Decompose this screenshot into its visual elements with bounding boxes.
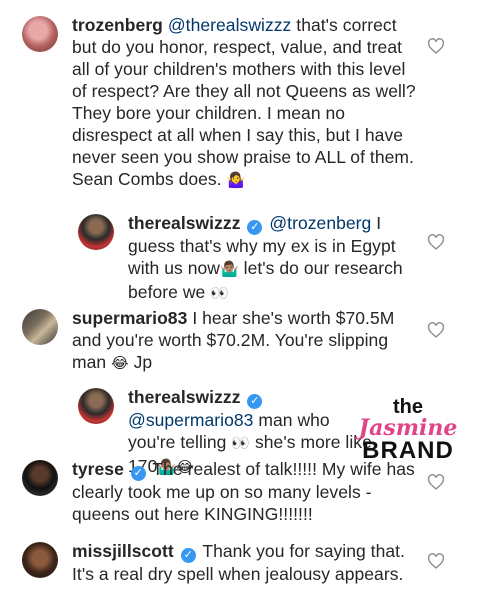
heart-outline-icon[interactable]	[427, 474, 445, 490]
heart-outline-icon[interactable]	[427, 553, 445, 569]
user-avatar-icon[interactable]	[78, 214, 114, 250]
comment-username[interactable]: therealswizzz	[128, 387, 241, 407]
comment-reply: therealswizzz ✓ @trozenberg I guess that…	[78, 212, 418, 305]
heart-outline-icon[interactable]	[427, 322, 445, 338]
verified-badge-icon: ✓	[247, 394, 263, 409]
comment-body: supermario83 I hear she's worth $70.5M a…	[72, 307, 422, 375]
comment-username[interactable]: tyrese	[72, 459, 124, 479]
shrug-emoji: 🤷‍♀️	[226, 172, 246, 189]
comment-text: that's correct but do you honor, respect…	[72, 15, 416, 189]
verified-badge-icon: ✓	[130, 466, 146, 481]
watermark-jasmine: Jasmine	[358, 415, 458, 441]
shrug-emoji: 🤷🏽‍♂️	[219, 261, 239, 278]
comment-mention[interactable]: @trozenberg	[269, 213, 371, 233]
user-avatar-icon[interactable]	[22, 542, 58, 578]
comment-item: supermario83 I hear she's worth $70.5M a…	[22, 307, 422, 375]
eyes-emoji: 👀	[231, 435, 251, 452]
comment-body: therealswizzz ✓ @trozenberg I guess that…	[128, 212, 418, 305]
comment-body: tyrese ✓ The realest of talk!!!!! My wif…	[72, 458, 422, 525]
comment-item: trozenberg @therealswizzz that's correct…	[22, 14, 422, 192]
comment-text-continued: Jp	[128, 352, 153, 372]
comment-text: The realest of talk!!!!! My wife has cle…	[72, 459, 415, 524]
user-avatar-icon[interactable]	[22, 16, 58, 52]
comment-body: missjillscott ✓ Thank you for saying tha…	[72, 540, 422, 585]
verified-badge-icon: ✓	[247, 220, 263, 235]
watermark-the: the	[393, 396, 423, 418]
verified-badge-icon: ✓	[180, 548, 196, 563]
comment-mention[interactable]: @supermario83	[128, 410, 253, 430]
heart-outline-icon[interactable]	[427, 234, 445, 250]
laughing-emoji: 😂	[111, 355, 129, 372]
comment-item: missjillscott ✓ Thank you for saying tha…	[22, 540, 422, 585]
comment-body: trozenberg @therealswizzz that's correct…	[72, 14, 422, 192]
user-avatar-icon[interactable]	[22, 309, 58, 345]
comment-username[interactable]: missjillscott	[72, 541, 174, 561]
eyes-emoji: 👀	[210, 285, 229, 302]
user-avatar-icon[interactable]	[22, 460, 58, 496]
comment-username[interactable]: therealswizzz	[128, 213, 241, 233]
comment-mention[interactable]: @therealswizzz	[168, 15, 292, 35]
comment-username[interactable]: trozenberg	[72, 15, 163, 35]
comment-username[interactable]: supermario83	[72, 308, 187, 328]
comment-item: tyrese ✓ The realest of talk!!!!! My wif…	[22, 458, 422, 525]
user-avatar-icon[interactable]	[78, 388, 114, 424]
brand-watermark: the Jasmine BRAND	[339, 397, 477, 463]
heart-outline-icon[interactable]	[427, 38, 445, 54]
